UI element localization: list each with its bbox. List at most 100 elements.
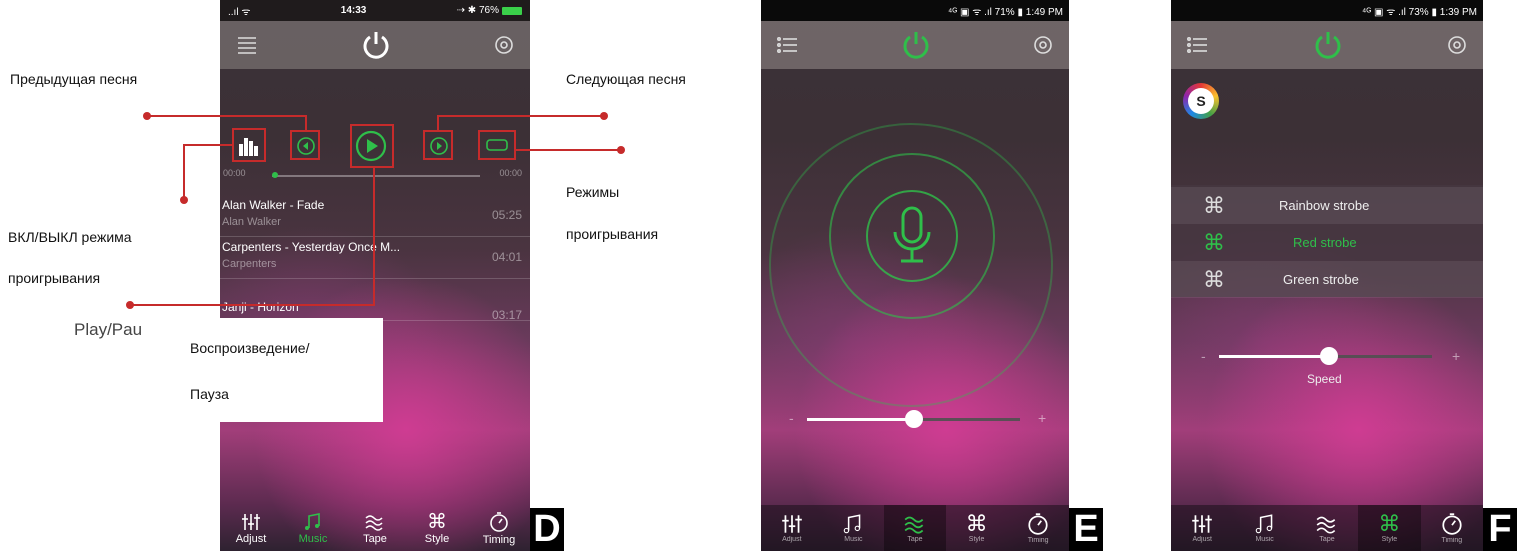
sensitivity-slider-track[interactable] xyxy=(807,410,1020,428)
battery-indicator: ⇢ ✱ 76% xyxy=(457,5,522,16)
adjust-icon xyxy=(781,515,802,533)
annotation-onoff-line2: проигрывания xyxy=(8,270,101,286)
tab-adjust[interactable]: Adjust xyxy=(1171,505,1233,551)
settings-gear-icon[interactable] xyxy=(492,33,516,57)
tab-timing[interactable]: Timing xyxy=(468,505,530,551)
song-row[interactable]: Carpenters - Yesterday Once M... Carpent… xyxy=(220,238,530,279)
tape-wave-icon xyxy=(1316,516,1336,534)
tab-label: Style xyxy=(1381,536,1398,543)
elapsed-time: 00:00 xyxy=(223,168,246,178)
tab-label: Music xyxy=(844,536,863,543)
leader-line-onoff-h xyxy=(183,144,233,146)
top-bar xyxy=(220,21,530,69)
highlight-next-song xyxy=(423,130,453,160)
settings-gear-icon[interactable] xyxy=(1031,33,1055,57)
command-key-icon: ⌘ xyxy=(965,511,988,536)
tab-tape[interactable]: Tape xyxy=(1296,505,1358,551)
strobe-item-rainbow[interactable]: ⌘ Rainbow strobe xyxy=(1171,187,1483,224)
status-bar: ..ıl ᯤ 14:33 ⇢ ✱ 76% xyxy=(220,0,530,21)
song-artist: Carpenters xyxy=(222,258,277,270)
progress-knob[interactable] xyxy=(272,172,278,178)
tab-label: Adjust xyxy=(782,536,802,543)
tab-style[interactable]: ⌘ Style xyxy=(1358,505,1421,551)
microphone-icon xyxy=(893,206,931,263)
slider-minus: - xyxy=(789,410,794,426)
slider-plus: + xyxy=(1038,410,1047,426)
tape-wave-icon xyxy=(904,516,924,534)
tab-music[interactable]: Music xyxy=(282,505,344,551)
leader-line-play-v xyxy=(373,166,375,306)
phone-panel-f: ⁴ᴳ ▣ ᯤ .ıl 73% ▮ 1:39 PM S ⌘ Rainbow str… xyxy=(1171,0,1483,551)
tab-style[interactable]: ⌘ Style xyxy=(406,505,468,551)
power-icon[interactable] xyxy=(359,28,393,62)
tab-tape[interactable]: Tape xyxy=(344,505,406,551)
tab-label: Music xyxy=(1255,536,1274,543)
style-logo-button[interactable]: S xyxy=(1183,83,1219,119)
tab-timing[interactable]: Timing xyxy=(1007,505,1069,551)
top-bar xyxy=(761,21,1069,69)
timer-icon xyxy=(490,511,508,532)
music-note-icon xyxy=(844,514,861,534)
song-row[interactable]: Alan Walker - Fade Alan Walker 05:25 xyxy=(220,196,530,237)
status-text: ⁴ᴳ ▣ ᯤ .ıl 73% ▮ 1:39 PM xyxy=(1361,6,1477,18)
tab-tape[interactable]: Tape xyxy=(884,505,946,551)
speed-label: Speed xyxy=(1307,372,1342,386)
tab-adjust[interactable]: Adjust xyxy=(761,505,823,551)
speed-slider-track[interactable] xyxy=(1219,347,1432,365)
timer-icon xyxy=(1028,513,1048,535)
tab-label: Adjust xyxy=(235,532,267,545)
phone-panel-d: ..ıl ᯤ 14:33 ⇢ ✱ 76% 00:00 00:00 Alan Wa… xyxy=(220,0,530,551)
tab-music[interactable]: Music xyxy=(823,505,885,551)
highlight-repeat-mode xyxy=(478,130,516,160)
tab-timing[interactable]: Timing xyxy=(1421,505,1483,551)
speed-slider-knob[interactable] xyxy=(1320,347,1338,365)
strobe-list: ⌘ Rainbow strobe ⌘ Red strobe ⌘ Green st… xyxy=(1171,185,1483,298)
tape-wave-icon xyxy=(365,514,383,531)
annotation-play-ru-line2: Пауза xyxy=(190,386,229,402)
tab-adjust[interactable]: Adjust xyxy=(220,505,282,551)
menu-list-icon[interactable] xyxy=(775,34,801,56)
power-icon[interactable] xyxy=(1311,28,1345,62)
tab-label: Timing xyxy=(1027,537,1049,544)
song-row[interactable]: Janji - Horizon 03:17 xyxy=(220,280,530,322)
highlight-previous-song xyxy=(290,130,320,160)
clock: 14:33 xyxy=(340,5,367,16)
tab-label: Style xyxy=(424,532,450,545)
song-duration: 03:17 xyxy=(491,308,522,322)
tab-style[interactable]: ⌘ Style xyxy=(946,505,1008,551)
panel-letter-e: E xyxy=(1069,508,1103,551)
tab-label: Tape xyxy=(907,536,923,543)
command-key-icon: ⌘ xyxy=(1203,229,1225,255)
annotation-modes-line2: проигрывания xyxy=(566,226,659,242)
menu-list-icon[interactable] xyxy=(234,34,260,56)
sensitivity-slider-knob[interactable] xyxy=(905,410,923,428)
tab-bar: Adjust Music Tape ⌘ Style Timing xyxy=(220,505,530,551)
progress-track[interactable] xyxy=(272,175,480,177)
annotation-prev-song: Предыдущая песня xyxy=(10,71,138,87)
logo-inner: S xyxy=(1188,88,1214,114)
timer-icon xyxy=(1442,513,1462,535)
strobe-label: Rainbow strobe xyxy=(1279,198,1370,213)
tab-label: Tape xyxy=(1319,536,1335,543)
strobe-item-red[interactable]: ⌘ Red strobe xyxy=(1171,224,1483,261)
annotation-next-song: Следующая песня xyxy=(566,71,686,87)
leader-line-next-h xyxy=(438,115,602,117)
leader-line-play-h xyxy=(131,304,375,306)
tab-bar: Adjust Music Tape ⌘ Style Timing xyxy=(1171,505,1483,551)
play-pause-callout: Воспроизведение/ Пауза xyxy=(180,318,383,422)
battery-text: ⇢ ✱ 76% xyxy=(456,5,499,16)
song-title: Janji - Horizon xyxy=(222,300,299,314)
tab-music[interactable]: Music xyxy=(1233,505,1295,551)
mic-inner-ring[interactable] xyxy=(866,190,958,282)
strobe-label: Red strobe xyxy=(1293,235,1357,250)
command-key-icon: ⌘ xyxy=(427,510,447,533)
strobe-item-green[interactable]: ⌘ Green strobe xyxy=(1171,261,1483,298)
phone-panel-e: ⁴ᴳ ▣ ᯤ .ıl 71% ▮ 1:49 PM - + Adjust Musi… xyxy=(761,0,1069,551)
tab-label: Tape xyxy=(363,532,387,545)
settings-gear-icon[interactable] xyxy=(1445,33,1469,57)
menu-list-icon[interactable] xyxy=(1185,34,1211,56)
power-icon[interactable] xyxy=(899,28,933,62)
panel-letter-f: F xyxy=(1483,508,1517,551)
highlight-play-pause xyxy=(350,124,394,168)
annotation-modes-line1: Режимы xyxy=(566,184,620,200)
